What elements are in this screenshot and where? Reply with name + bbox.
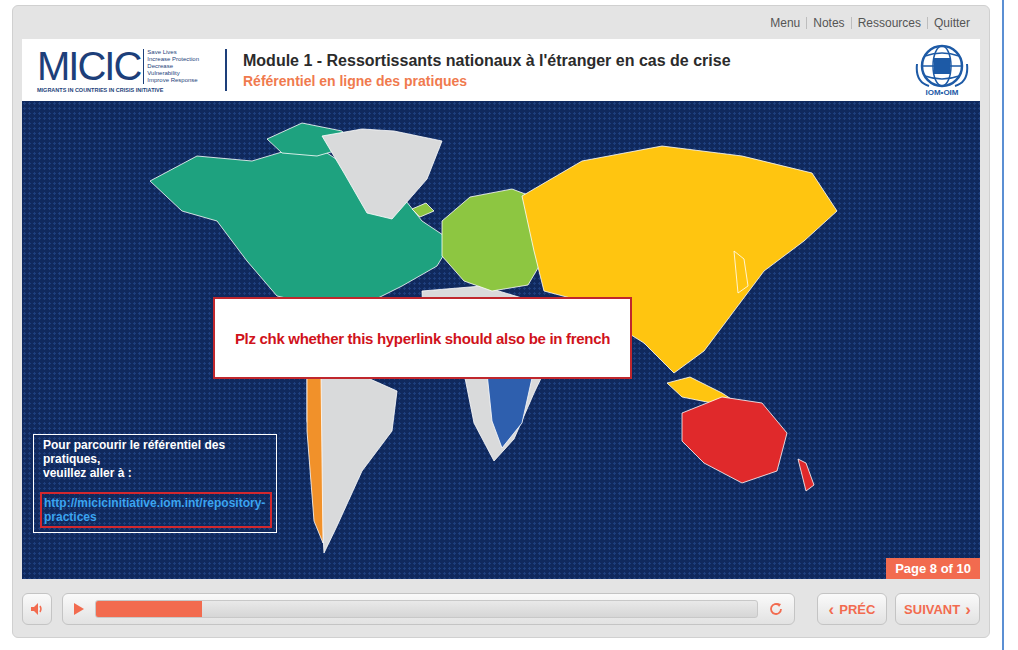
prev-chevron: ‹ (829, 603, 835, 616)
map-region[interactable] (682, 397, 814, 491)
top-menu-link[interactable]: Ressources (851, 17, 927, 29)
logo-row: MICICSave LivesIncrease ProtectionDecrea… (37, 47, 207, 85)
header: MICICSave LivesIncrease ProtectionDecrea… (22, 39, 980, 101)
tagline-line: Improve Response (147, 77, 207, 84)
repository-link[interactable]: http://micicinitiative.iom.int/repositor… (40, 492, 272, 528)
player-controls: ‹ PRÉC SUIVANT › (22, 591, 980, 627)
page-badge: Page 8 of 10 (886, 558, 980, 579)
volume-button[interactable] (22, 593, 52, 625)
top-menu: MenuNotesRessourcesQuitter (22, 6, 980, 39)
logo-subtitle: MIGRANTS IN COUNTRIES IN CRISIS INITIATI… (37, 87, 207, 93)
logo-word: MICIC (37, 47, 140, 85)
page: MenuNotesRessourcesQuitterMICICSave Live… (0, 0, 1018, 650)
micic-logo: MICICSave LivesIncrease ProtectionDecrea… (37, 47, 207, 93)
progress-fill (96, 601, 202, 617)
edge-line (1002, 0, 1004, 650)
prev-label: PRÉC (839, 602, 875, 617)
tagline-line: Decrease Vulnerability (147, 63, 207, 77)
tagline-line: Increase Protection (147, 56, 207, 63)
map-region[interactable] (487, 373, 532, 448)
module-subtitle: Référentiel en ligne des pratiques (243, 73, 914, 89)
play-icon[interactable] (73, 602, 85, 616)
header-divider (225, 49, 227, 91)
info-text: veuillez aller à : (43, 466, 272, 480)
prev-button[interactable]: ‹ PRÉC (817, 593, 887, 625)
review-note: Plz chk whether this hyperlink should al… (213, 297, 632, 379)
logo-tagline: Save LivesIncrease ProtectionDecrease Vu… (143, 49, 207, 84)
module-title: Module 1 - Ressortissants nationaux à l'… (243, 52, 914, 70)
next-label: SUIVANT (904, 602, 960, 617)
progress-track[interactable] (95, 600, 758, 618)
top-menu-link[interactable]: Menu (764, 17, 806, 29)
world-map: Plz chk whether this hyperlink should al… (22, 101, 980, 579)
progress-pill (62, 593, 795, 625)
replay-icon[interactable] (768, 601, 784, 617)
speaker-icon (29, 601, 45, 617)
top-menu-link[interactable]: Quitter (927, 17, 976, 29)
info-box: Pour parcourir le référentiel des pratiq… (33, 434, 277, 533)
iom-globe-icon (915, 44, 969, 88)
next-button[interactable]: SUIVANT › (895, 593, 980, 625)
iom-logo: IOM•OIM (914, 44, 970, 97)
top-menu-link[interactable]: Notes (806, 17, 850, 29)
map-region[interactable] (150, 123, 452, 306)
player-frame: MenuNotesRessourcesQuitterMICICSave Live… (12, 5, 990, 638)
map-region[interactable] (307, 371, 323, 543)
header-titles: Module 1 - Ressortissants nationaux à l'… (243, 52, 914, 89)
next-chevron: › (965, 603, 971, 616)
iom-logo-text: IOM•OIM (925, 88, 958, 97)
tagline-line: Save Lives (147, 49, 207, 56)
info-text: Pour parcourir le référentiel des pratiq… (43, 438, 272, 466)
